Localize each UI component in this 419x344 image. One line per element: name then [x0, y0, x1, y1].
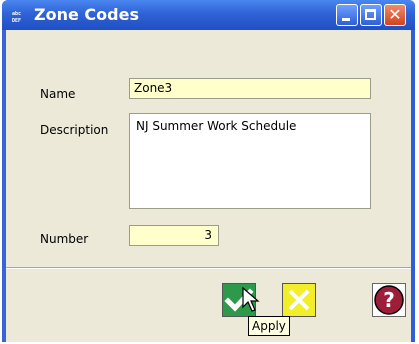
form-area: Name Zone3 Description NJ Summer Work Sc… — [6, 30, 411, 266]
svg-text:abc: abc — [12, 11, 21, 17]
mouse-cursor-icon — [242, 287, 260, 312]
cancel-button[interactable] — [282, 283, 316, 317]
description-field[interactable]: NJ Summer Work Schedule — [129, 113, 371, 209]
minimize-icon — [342, 18, 350, 21]
maximize-button[interactable] — [360, 4, 382, 26]
question-mark-icon: ? — [374, 285, 404, 315]
zone-codes-window: abc DEF Zone Codes ✕ Name Zone3 Descript… — [2, 0, 415, 342]
dialog-body: Name Zone3 Description NJ Summer Work Sc… — [6, 30, 411, 342]
number-label: Number — [40, 232, 89, 246]
abc-def-icon: abc DEF — [12, 10, 27, 24]
x-icon — [288, 289, 310, 311]
window-title: Zone Codes — [34, 5, 139, 24]
title-bar[interactable]: abc DEF Zone Codes ✕ — [2, 0, 415, 30]
name-field[interactable]: Zone3 — [129, 78, 371, 99]
name-label: Name — [40, 87, 76, 101]
description-label: Description — [40, 123, 109, 137]
svg-text:DEF: DEF — [12, 18, 21, 23]
button-bar — [6, 269, 411, 342]
apply-tooltip: Apply — [248, 316, 290, 336]
window-border — [411, 30, 415, 342]
help-button[interactable]: ? — [372, 283, 406, 317]
close-icon: ✕ — [388, 5, 402, 24]
number-field[interactable]: 3 — [129, 225, 219, 246]
maximize-icon — [365, 9, 376, 20]
close-button[interactable]: ✕ — [384, 4, 406, 26]
svg-text:?: ? — [383, 288, 395, 312]
minimize-button[interactable] — [336, 4, 358, 26]
